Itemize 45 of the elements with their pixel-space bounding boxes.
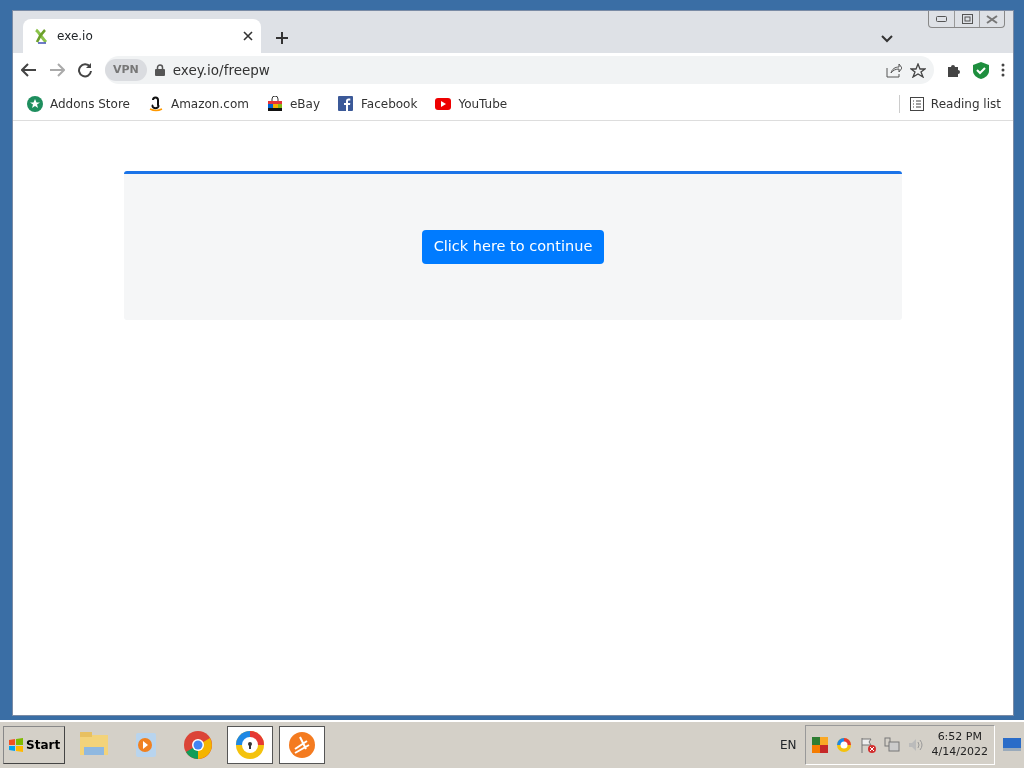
address-bar[interactable]: VPN exey.io/freepw bbox=[105, 56, 934, 84]
menu-icon[interactable] bbox=[1001, 63, 1005, 77]
restore-icon bbox=[961, 14, 973, 24]
facebook-icon bbox=[338, 95, 354, 112]
chrome-icon bbox=[182, 729, 215, 761]
start-button[interactable]: Start bbox=[3, 726, 66, 764]
bookmark-link[interactable]: YouTube bbox=[435, 94, 508, 113]
windows-logo-icon bbox=[8, 738, 24, 752]
taskbar-app[interactable] bbox=[227, 726, 274, 764]
language-indicator[interactable]: EN bbox=[780, 736, 797, 754]
minimize-icon bbox=[936, 16, 947, 22]
share-icon[interactable] bbox=[886, 62, 902, 78]
puzzle-icon[interactable] bbox=[946, 62, 961, 78]
reload-icon[interactable] bbox=[77, 62, 93, 78]
tab-title: exe.io bbox=[57, 28, 94, 45]
show-desktop-icon[interactable] bbox=[1003, 738, 1021, 752]
list-icon bbox=[909, 96, 924, 111]
secure-browser-icon bbox=[234, 729, 267, 761]
shield-icon[interactable] bbox=[973, 61, 989, 79]
bookmark-link[interactable]: eBay bbox=[266, 94, 320, 113]
shopping-bag-icon bbox=[266, 95, 283, 112]
site-logo-icon bbox=[33, 28, 49, 44]
addons-store-icon bbox=[27, 95, 43, 112]
bookmark-link[interactable]: Addons Store bbox=[27, 94, 130, 113]
back-icon[interactable] bbox=[21, 63, 37, 77]
taskbar-app[interactable] bbox=[279, 726, 326, 764]
bookmark-link[interactable]: Amazon.com bbox=[147, 94, 249, 113]
reading-list-button[interactable]: Reading list bbox=[898, 94, 1001, 113]
tray-app-icon[interactable] bbox=[811, 737, 828, 753]
flag-icon[interactable] bbox=[859, 737, 876, 753]
continue-button[interactable]: Click here to continue bbox=[421, 230, 605, 264]
amazon-icon bbox=[147, 95, 164, 112]
new-tab-icon[interactable] bbox=[275, 31, 289, 45]
close-icon[interactable] bbox=[243, 31, 253, 41]
browser-tab[interactable]: exe.io bbox=[23, 19, 261, 53]
lock-icon bbox=[154, 64, 165, 76]
clock-date: 4/14/2022 bbox=[931, 745, 988, 760]
close-icon bbox=[986, 14, 998, 24]
secure-browser-icon[interactable] bbox=[835, 737, 852, 753]
chevron-down-icon[interactable] bbox=[881, 35, 893, 43]
url-text: exey.io/freepw bbox=[172, 60, 271, 80]
youtube-icon bbox=[435, 95, 452, 112]
clock-time: 6:52 PM bbox=[936, 730, 983, 745]
bookmark-link[interactable]: Facebook bbox=[338, 94, 418, 113]
star-icon[interactable] bbox=[910, 62, 926, 78]
